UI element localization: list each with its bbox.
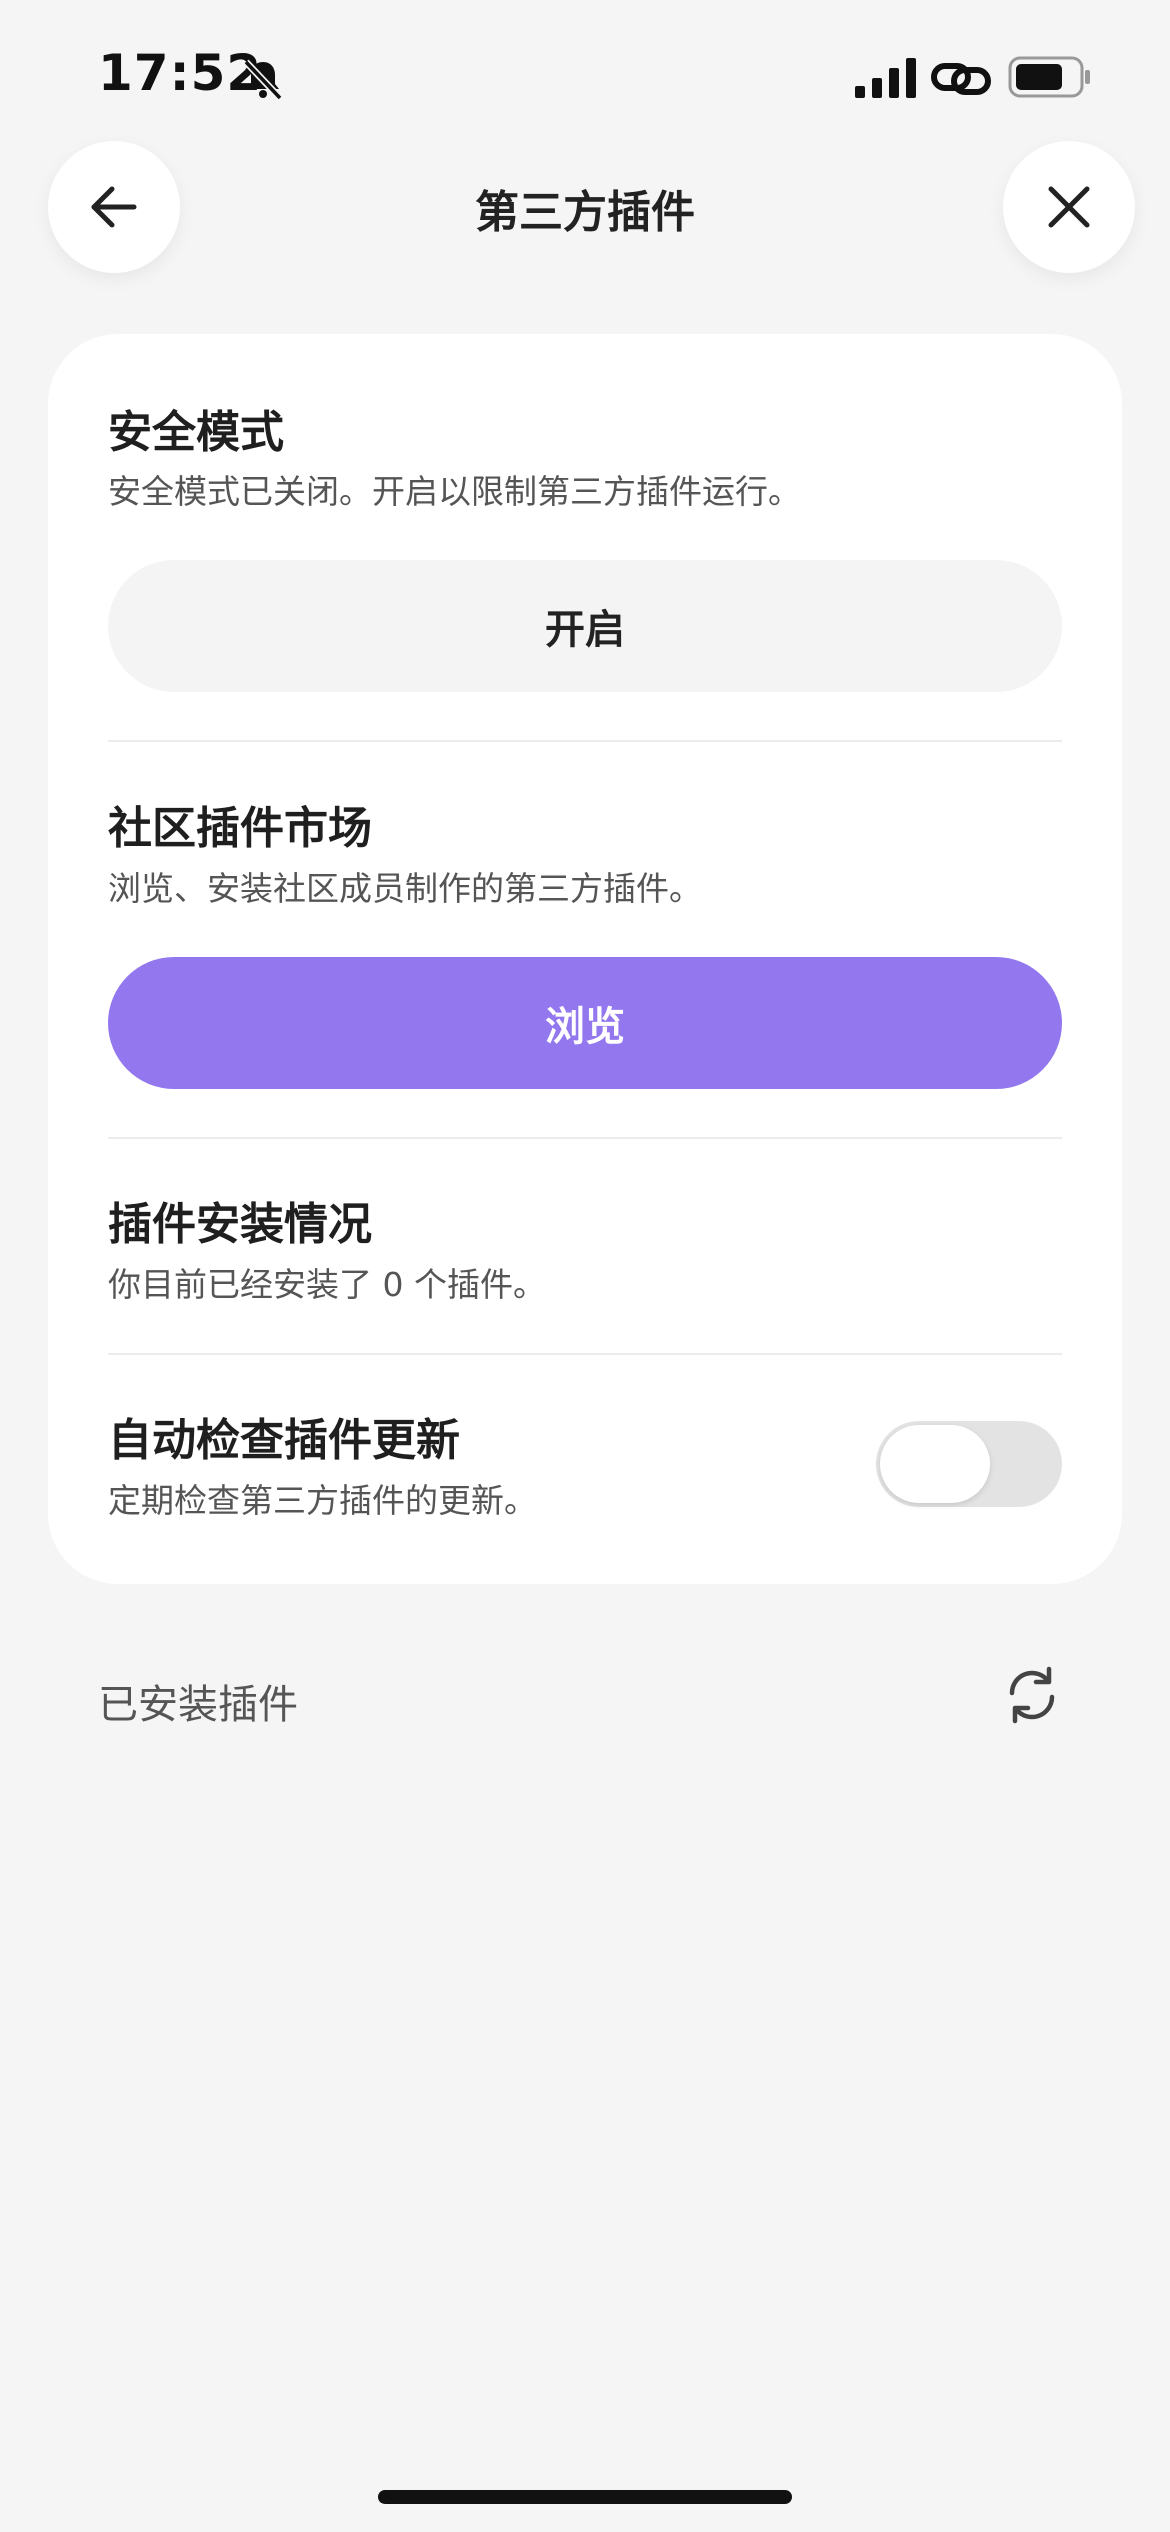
divider bbox=[108, 1137, 1062, 1139]
safe-mode-title: 安全模式 bbox=[108, 407, 284, 458]
install-status-description: 你目前已经安装了 0 个插件。 bbox=[108, 1265, 546, 1304]
enable-safe-mode-button[interactable]: 开启 bbox=[108, 560, 1062, 692]
link-icon bbox=[931, 63, 991, 95]
page-title: 第三方插件 bbox=[475, 187, 695, 238]
divider bbox=[108, 1353, 1062, 1355]
status-bar: 17:52 bbox=[0, 0, 1170, 150]
status-time: 17:52 bbox=[98, 44, 263, 102]
bell-off-icon bbox=[243, 59, 283, 101]
auto-update-description: 定期检查第三方插件的更新。 bbox=[108, 1481, 537, 1520]
divider bbox=[108, 740, 1062, 742]
close-button[interactable] bbox=[1003, 141, 1135, 273]
auto-update-toggle[interactable] bbox=[876, 1421, 1062, 1507]
plugin-settings-card: 安全模式 安全模式已关闭。开启以限制第三方插件运行。 开启 社区插件市场 浏览、… bbox=[48, 334, 1122, 1584]
auto-update-title: 自动检查插件更新 bbox=[108, 1415, 460, 1466]
safe-mode-description: 安全模式已关闭。开启以限制第三方插件运行。 bbox=[108, 472, 801, 511]
refresh-icon[interactable] bbox=[1002, 1665, 1062, 1725]
browse-button[interactable]: 浏览 bbox=[108, 957, 1062, 1089]
battery-icon bbox=[1008, 56, 1090, 98]
install-status-title: 插件安装情况 bbox=[108, 1199, 372, 1250]
community-marketplace-description: 浏览、安装社区成员制作的第三方插件。 bbox=[108, 869, 702, 908]
installed-plugins-label: 已安装插件 bbox=[98, 1682, 298, 1728]
home-indicator bbox=[378, 2490, 792, 2504]
signal-icon bbox=[855, 58, 916, 98]
toggle-knob bbox=[880, 1425, 990, 1503]
community-marketplace-title: 社区插件市场 bbox=[108, 803, 372, 854]
close-icon bbox=[1048, 186, 1090, 228]
